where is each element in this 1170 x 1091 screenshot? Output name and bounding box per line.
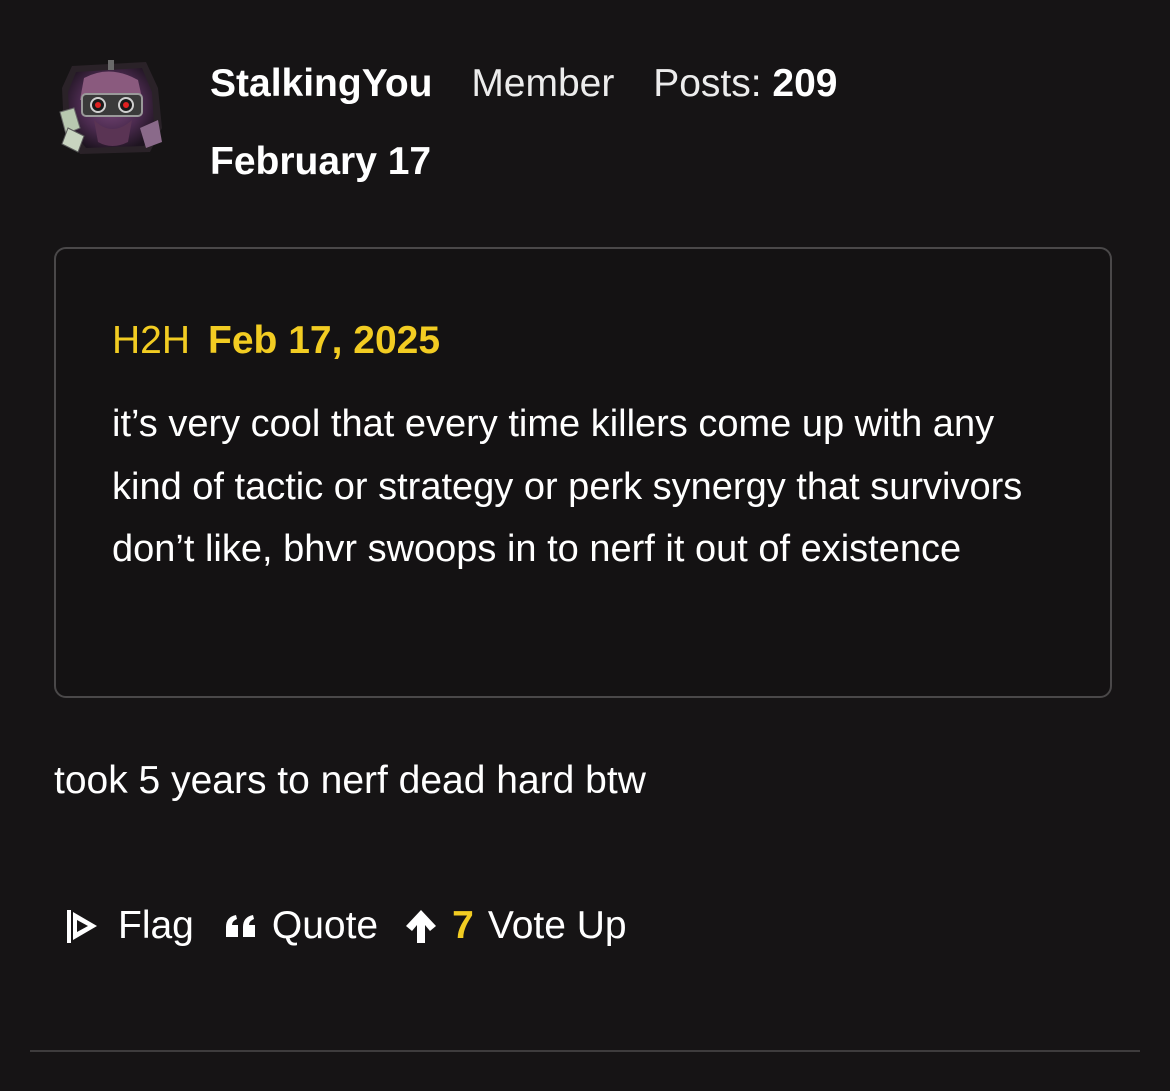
killer-avatar-icon bbox=[59, 60, 162, 154]
quote-body: it’s very cool that every time killers c… bbox=[112, 403, 1023, 570]
quote-marks-icon bbox=[225, 915, 255, 937]
post-date[interactable]: February 17 bbox=[210, 138, 431, 186]
quote-meta: H2H Feb 17, 2025 bbox=[112, 317, 440, 365]
quote-author[interactable]: H2H bbox=[112, 319, 190, 362]
posts-count: 209 bbox=[772, 62, 838, 105]
quote-label: Quote bbox=[271, 904, 379, 947]
author-meta: StalkingYou Member Posts: 209 bbox=[210, 60, 838, 108]
quote-block: H2H Feb 17, 2025 it’s very cool that ever… bbox=[54, 247, 1112, 698]
post-actions: Flag Quote 7 Vote Up bbox=[64, 900, 627, 952]
post-header: StalkingYou Member Posts: 209 February 1… bbox=[54, 58, 1114, 198]
quote-date[interactable]: Feb 17, 2025 bbox=[208, 319, 440, 362]
flag-button[interactable]: Flag bbox=[64, 904, 194, 948]
author-name[interactable]: StalkingYou bbox=[210, 62, 432, 105]
flag-icon bbox=[67, 910, 97, 943]
vote-up-button[interactable]: 7 Vote Up bbox=[404, 904, 627, 948]
post-body: took 5 years to nerf dead hard btw bbox=[54, 759, 646, 802]
posts-label: Posts: bbox=[653, 62, 762, 105]
post-divider bbox=[30, 1050, 1140, 1052]
vote-count: 7 bbox=[452, 904, 474, 947]
avatar[interactable] bbox=[54, 58, 166, 158]
flag-label: Flag bbox=[118, 904, 194, 947]
author-role: Member bbox=[471, 62, 615, 105]
quote-button[interactable]: Quote bbox=[224, 904, 378, 948]
vote-label: Vote Up bbox=[487, 904, 627, 947]
arrow-up-icon bbox=[406, 910, 437, 943]
